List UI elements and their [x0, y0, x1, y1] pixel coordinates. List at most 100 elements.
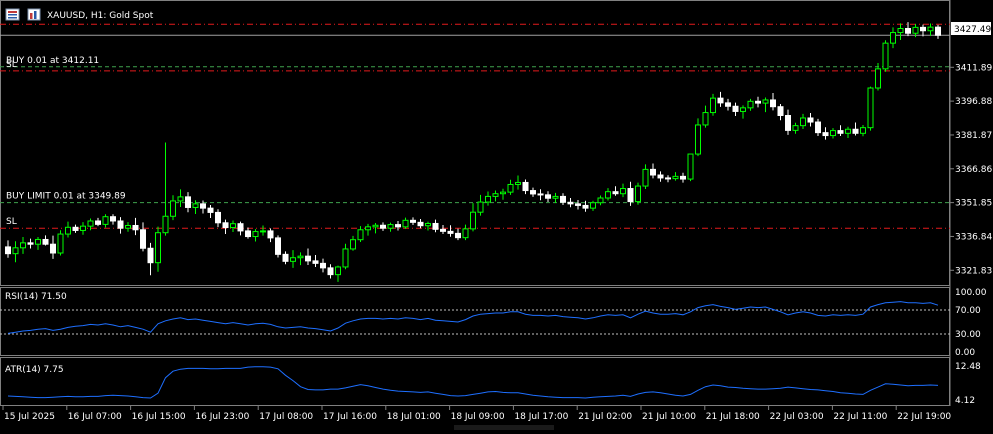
- rsi-tick-label: 30.00: [955, 330, 981, 340]
- candle: [485, 191, 491, 206]
- candle: [72, 224, 79, 233]
- candle: [867, 86, 874, 131]
- candle: [612, 186, 619, 196]
- candle: [560, 193, 566, 205]
- candle: [822, 127, 829, 140]
- price-tick-label: 3411.89: [955, 63, 992, 73]
- candle: [147, 242, 154, 276]
- candle: [207, 204, 214, 219]
- candle: [140, 222, 146, 252]
- candle: [852, 122, 859, 136]
- candle: [477, 194, 484, 216]
- candle: [417, 218, 424, 229]
- candle: [800, 113, 806, 130]
- chart-header: XAUUSD, H1: Gold Spot: [5, 8, 154, 21]
- candle: [350, 235, 356, 251]
- candle: [282, 251, 289, 265]
- candle: [260, 225, 266, 236]
- candle: [42, 235, 49, 246]
- order-line-label: BUY 0.01 at 3412.11: [6, 56, 99, 66]
- rsi-tick-label: 100.00: [955, 288, 987, 298]
- candle: [230, 220, 236, 233]
- order-line-label: SL: [6, 60, 17, 70]
- candle: [80, 222, 86, 235]
- candle: [20, 236, 26, 254]
- candle: [762, 97, 769, 113]
- price-tick-label: 3351.85: [955, 199, 992, 209]
- candle: [845, 126, 851, 139]
- chart-canvas[interactable]: XAUUSD, H1: Gold Spot BUY 0.01 at 3412.1…: [0, 0, 993, 430]
- candle: [860, 124, 866, 137]
- candle: [717, 91, 724, 107]
- chart-scrollbar[interactable]: [454, 425, 554, 430]
- time-tick-label: 21 Jul 18:00: [706, 412, 760, 422]
- rsi-tick-label: 0.00: [955, 348, 975, 358]
- time-axis: 15 Jul 2025 16 Jul 07:00 16 Jul 15:00 16 Ju…: [2, 406, 951, 422]
- rsi-label: RSI(14) 71.50: [5, 292, 67, 302]
- candle: [95, 217, 101, 227]
- candle: [237, 221, 244, 236]
- candle: [447, 225, 454, 237]
- rsi-panel-border: [0, 287, 950, 356]
- mt-chart-window[interactable]: XAUUSD, H1: Gold Spot BUY 0.01 at 3412.1…: [0, 0, 993, 430]
- time-tick-label: 21 Jul 10:00: [642, 412, 696, 422]
- candle: [65, 221, 71, 238]
- candle: [312, 255, 319, 267]
- candle: [515, 175, 521, 190]
- chart-title: XAUUSD, H1: Gold Spot: [47, 11, 154, 21]
- time-tick-label: 16 Jul 23:00: [195, 412, 249, 422]
- candle: [620, 183, 626, 198]
- candle: [50, 235, 56, 259]
- time-tick-label: 22 Jul 03:00: [770, 412, 824, 422]
- time-tick-label: 17 Jul 16:00: [323, 412, 377, 422]
- time-tick-label: 22 Jul 11:00: [833, 412, 887, 422]
- candle: [462, 224, 469, 241]
- rsi-line: [7, 301, 939, 334]
- candle: [267, 228, 274, 243]
- order-line-label: BUY LIMIT 0.01 at 3349.89: [6, 192, 126, 202]
- current-price-label: 3427.49: [954, 25, 991, 35]
- current-price-marker: 3427.49: [951, 22, 991, 35]
- candle: [702, 105, 709, 128]
- candle: [642, 164, 649, 189]
- candle: [335, 265, 341, 282]
- candle: [500, 188, 506, 200]
- candle: [672, 172, 679, 181]
- candle: [357, 226, 364, 242]
- candle: [792, 122, 799, 134]
- chart-menu-icon[interactable]: [5, 8, 20, 21]
- price-tick-label: 3396.88: [955, 97, 992, 107]
- time-tick-label: 18 Jul 17:00: [514, 412, 568, 422]
- atr-label: ATR(14) 7.75: [5, 365, 64, 375]
- candle: [155, 226, 161, 272]
- order-lines: [0, 23, 950, 229]
- candle: [777, 104, 784, 121]
- candle: [57, 230, 64, 256]
- candle: [290, 250, 296, 268]
- candle: [567, 197, 574, 208]
- candle: [492, 190, 499, 202]
- candle: [710, 93, 716, 116]
- atr-tick-label: 4.12: [955, 396, 975, 406]
- candle: [455, 228, 461, 241]
- candle: [387, 222, 394, 232]
- candle: [530, 187, 536, 197]
- price-tick-label: 3381.87: [955, 131, 992, 141]
- candle: [785, 109, 791, 135]
- candle: [432, 219, 439, 233]
- candle: [650, 163, 656, 179]
- candlestick-series: [5, 22, 941, 282]
- candle: [882, 40, 889, 72]
- candle: [770, 92, 776, 111]
- candle: [110, 214, 116, 225]
- atr-line: [7, 366, 939, 399]
- candle: [920, 24, 926, 37]
- candle: [837, 125, 844, 137]
- candle: [185, 192, 191, 213]
- one-click-trading-icon[interactable]: [27, 8, 41, 21]
- candle: [740, 105, 746, 119]
- time-tick-label: 16 Jul 07:00: [68, 412, 122, 422]
- candle: [342, 243, 349, 270]
- candle: [162, 142, 169, 236]
- candle: [732, 102, 739, 116]
